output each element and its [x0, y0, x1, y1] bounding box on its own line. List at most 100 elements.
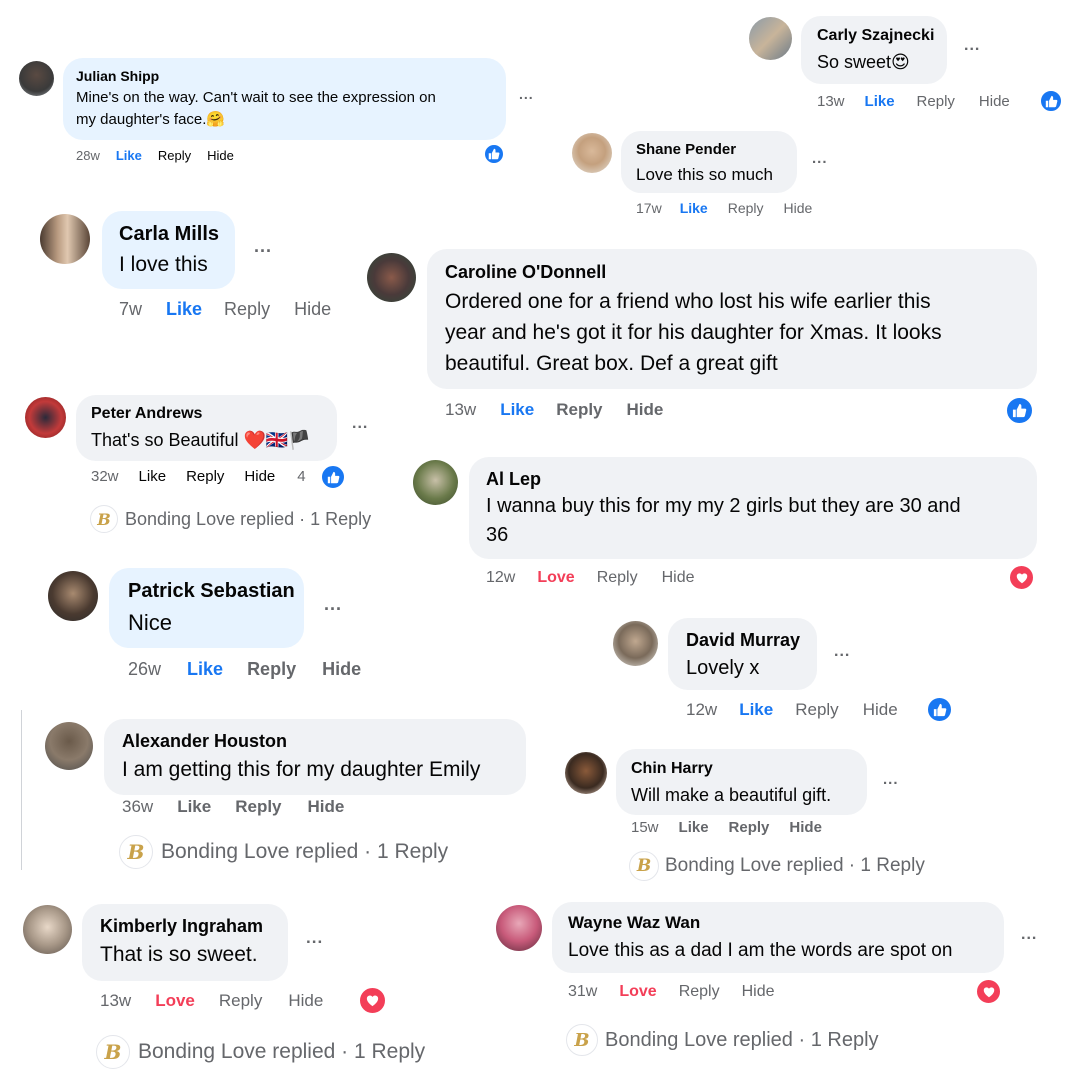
more-options-icon[interactable]: ...	[352, 415, 368, 433]
avatar[interactable]	[48, 571, 98, 621]
timestamp[interactable]: 17w	[636, 200, 662, 216]
more-options-icon[interactable]: ...	[834, 643, 850, 661]
replies-summary[interactable]: Bonding Love replied · 1 Reply	[665, 855, 925, 877]
like-button[interactable]: Like	[177, 797, 211, 817]
avatar[interactable]	[565, 752, 607, 794]
reply-button[interactable]: Reply	[235, 797, 281, 817]
reply-button[interactable]: Reply	[728, 200, 764, 216]
comment-author[interactable]: Al Lep	[486, 469, 541, 490]
comment-author[interactable]: Caroline O'Donnell	[445, 262, 606, 283]
replies-summary[interactable]: Bonding Love replied · 1 Reply	[138, 1040, 425, 1064]
avatar[interactable]	[45, 722, 93, 770]
love-reaction-icon[interactable]	[975, 978, 1002, 1005]
replies-summary[interactable]: Bonding Love replied · 1 Reply	[161, 840, 448, 864]
comment-author[interactable]: Shane Pender	[636, 141, 736, 158]
hide-button[interactable]: Hide	[784, 200, 813, 216]
view-replies-link[interactable]: B Bonding Love replied · 1 Reply	[90, 505, 371, 533]
comment-author[interactable]: David Murray	[686, 630, 800, 651]
like-button[interactable]: Like	[116, 148, 142, 163]
comment-author[interactable]: Wayne Waz Wan	[568, 913, 700, 933]
like-reaction-icon[interactable]	[320, 464, 346, 490]
replies-summary[interactable]: Bonding Love replied · 1 Reply	[125, 509, 371, 530]
like-button[interactable]: Like	[139, 468, 167, 485]
reply-button[interactable]: Reply	[224, 299, 270, 320]
view-replies-link[interactable]: B Bonding Love replied · 1 Reply	[119, 835, 448, 869]
like-button[interactable]: Like	[500, 400, 534, 420]
comment-author[interactable]: Peter Andrews	[91, 405, 202, 423]
hide-button[interactable]: Hide	[308, 797, 345, 817]
view-replies-link[interactable]: B Bonding Love replied · 1 Reply	[629, 851, 925, 881]
more-options-icon[interactable]: ...	[306, 928, 323, 948]
avatar[interactable]	[749, 17, 792, 60]
hide-button[interactable]: Hide	[789, 819, 822, 836]
reaction-count[interactable]: 4	[297, 468, 305, 485]
like-reaction-icon[interactable]	[1005, 396, 1034, 425]
comment-author[interactable]: Carla Mills	[119, 223, 219, 246]
like-reaction-icon[interactable]	[483, 143, 505, 165]
hide-button[interactable]: Hide	[207, 148, 234, 163]
like-button[interactable]: Like	[739, 700, 773, 720]
hide-button[interactable]: Hide	[244, 468, 275, 485]
avatar[interactable]	[25, 397, 66, 438]
reply-button[interactable]: Reply	[556, 400, 602, 420]
reply-button[interactable]: Reply	[247, 659, 296, 680]
comment-author[interactable]: Julian Shipp	[76, 68, 159, 84]
timestamp[interactable]: 13w	[100, 991, 131, 1011]
more-options-icon[interactable]: ...	[883, 771, 899, 788]
like-reaction-icon[interactable]	[1039, 89, 1063, 113]
replies-summary[interactable]: Bonding Love replied · 1 Reply	[605, 1029, 879, 1052]
avatar[interactable]	[23, 905, 72, 954]
timestamp[interactable]: 13w	[817, 93, 845, 110]
reply-button[interactable]: Reply	[219, 991, 262, 1011]
reply-button[interactable]: Reply	[729, 819, 770, 836]
love-button[interactable]: Love	[537, 569, 574, 587]
hide-button[interactable]: Hide	[742, 983, 775, 1001]
comment-author[interactable]: Kimberly Ingraham	[100, 916, 263, 937]
timestamp[interactable]: 7w	[119, 299, 142, 320]
timestamp[interactable]: 32w	[91, 468, 119, 485]
reply-button[interactable]: Reply	[795, 700, 838, 720]
love-reaction-icon[interactable]	[1008, 564, 1035, 591]
avatar[interactable]	[613, 621, 658, 666]
avatar[interactable]	[40, 214, 90, 264]
comment-author[interactable]: Carly Szajnecki	[817, 27, 934, 45]
timestamp[interactable]: 36w	[122, 797, 153, 817]
hide-button[interactable]: Hide	[627, 400, 664, 420]
avatar[interactable]	[367, 253, 416, 302]
hide-button[interactable]: Hide	[294, 299, 331, 320]
timestamp[interactable]: 13w	[445, 400, 476, 420]
like-button[interactable]: Like	[680, 200, 708, 216]
timestamp[interactable]: 28w	[76, 148, 100, 163]
like-button[interactable]: Like	[679, 819, 709, 836]
more-options-icon[interactable]: ...	[519, 86, 534, 102]
hide-button[interactable]: Hide	[322, 659, 361, 680]
hide-button[interactable]: Hide	[288, 991, 323, 1011]
avatar[interactable]	[19, 61, 54, 96]
hide-button[interactable]: Hide	[863, 700, 898, 720]
timestamp[interactable]: 15w	[631, 819, 659, 836]
like-button[interactable]: Like	[865, 93, 895, 110]
hide-button[interactable]: Hide	[979, 93, 1010, 110]
comment-author[interactable]: Alexander Houston	[122, 731, 287, 752]
more-options-icon[interactable]: ...	[254, 236, 272, 257]
comment-author[interactable]: Patrick Sebastian	[128, 580, 295, 603]
like-button[interactable]: Like	[166, 299, 202, 320]
timestamp[interactable]: 31w	[568, 983, 597, 1001]
reply-button[interactable]: Reply	[679, 983, 720, 1001]
more-options-icon[interactable]: ...	[1021, 926, 1037, 944]
timestamp[interactable]: 26w	[128, 659, 161, 680]
comment-author[interactable]: Chin Harry	[631, 760, 713, 778]
more-options-icon[interactable]: ...	[812, 150, 828, 167]
hide-button[interactable]: Hide	[662, 569, 695, 587]
avatar[interactable]	[496, 905, 542, 951]
love-button[interactable]: Love	[619, 983, 656, 1001]
love-reaction-icon[interactable]	[358, 986, 387, 1015]
more-options-icon[interactable]: ...	[324, 594, 342, 615]
like-reaction-icon[interactable]	[926, 696, 953, 723]
reply-button[interactable]: Reply	[917, 93, 955, 110]
timestamp[interactable]: 12w	[486, 569, 515, 587]
view-replies-link[interactable]: B Bonding Love replied · 1 Reply	[96, 1035, 425, 1069]
avatar[interactable]	[572, 133, 612, 173]
more-options-icon[interactable]: ...	[964, 37, 980, 55]
love-button[interactable]: Love	[155, 991, 195, 1011]
